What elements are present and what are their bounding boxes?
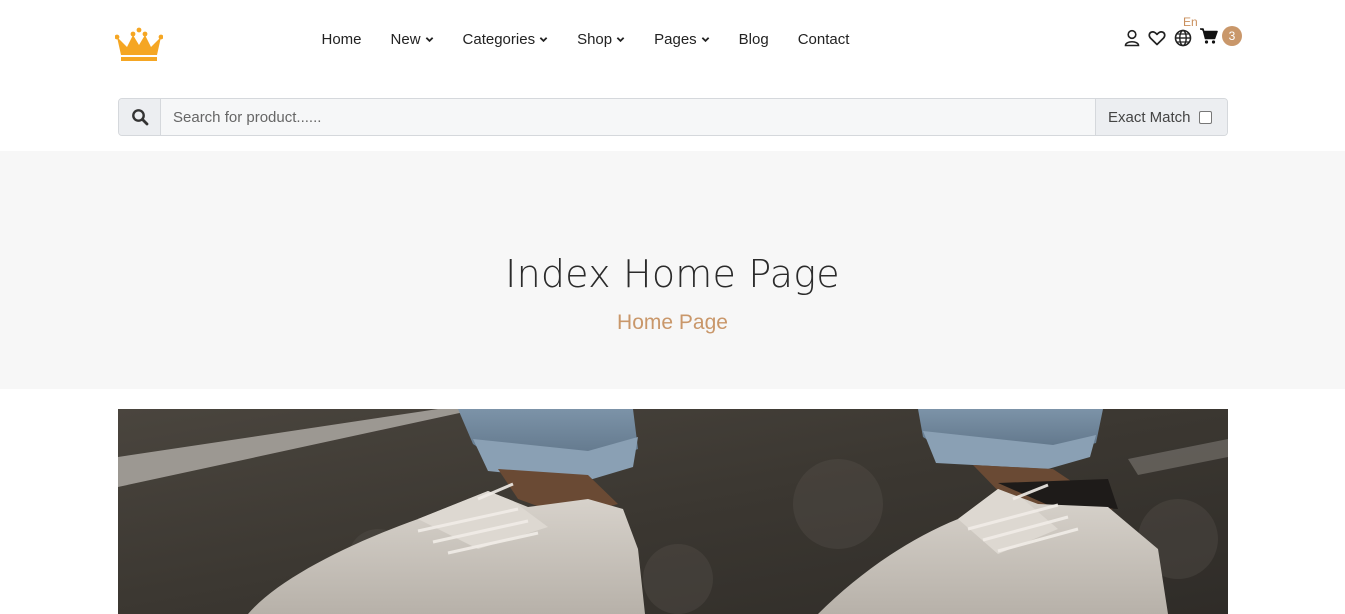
exact-match-checkbox[interactable] [1198, 110, 1212, 124]
search-bar: Exact Match [118, 98, 1228, 136]
search-icon [131, 109, 148, 126]
nav-pages[interactable]: Pages [640, 31, 725, 48]
exact-match-group: Exact Match [1095, 99, 1227, 135]
main-nav: Home New Categories Shop Pages Blog Cont… [307, 28, 864, 50]
nav-blog[interactable]: Blog [724, 31, 783, 48]
cart-icon[interactable] [1199, 26, 1219, 46]
user-icon[interactable] [1122, 28, 1142, 48]
chevron-down-icon [425, 36, 433, 42]
chevron-down-icon [539, 36, 548, 42]
chevron-down-icon [616, 36, 625, 42]
nav-shop-label: Shop [577, 30, 613, 48]
search-input[interactable] [161, 99, 1095, 135]
nav-contact-label: Contact [797, 30, 850, 48]
hero-image [118, 409, 1228, 614]
language-label: En [1183, 15, 1198, 29]
search-button[interactable] [119, 99, 161, 135]
page-banner: Index Home Page Home Page [0, 151, 1345, 389]
sneakers-photo-icon [118, 409, 1228, 614]
page-title: Index Home Page [505, 252, 840, 296]
nav-home-label: Home [321, 30, 362, 48]
globe-icon[interactable] [1173, 28, 1193, 48]
heart-icon[interactable] [1147, 28, 1167, 48]
nav-home[interactable]: Home [307, 31, 376, 48]
cart-count-badge: 3 [1222, 26, 1242, 46]
nav-pages-label: Pages [654, 30, 697, 48]
nav-blog-label: Blog [738, 30, 769, 48]
site-header: Home New Categories Shop Pages Blog Cont… [0, 0, 1345, 80]
nav-contact[interactable]: Contact [783, 31, 864, 48]
crown-logo-icon[interactable] [115, 27, 163, 63]
nav-new[interactable]: New [376, 31, 448, 48]
nav-categories-label: Categories [462, 30, 536, 48]
breadcrumb[interactable]: Home Page [0, 311, 1345, 335]
nav-categories[interactable]: Categories [448, 31, 563, 48]
chevron-down-icon [701, 36, 709, 42]
exact-match-label: Exact Match [1108, 108, 1191, 126]
nav-shop[interactable]: Shop [563, 31, 640, 48]
nav-new-label: New [390, 30, 421, 48]
